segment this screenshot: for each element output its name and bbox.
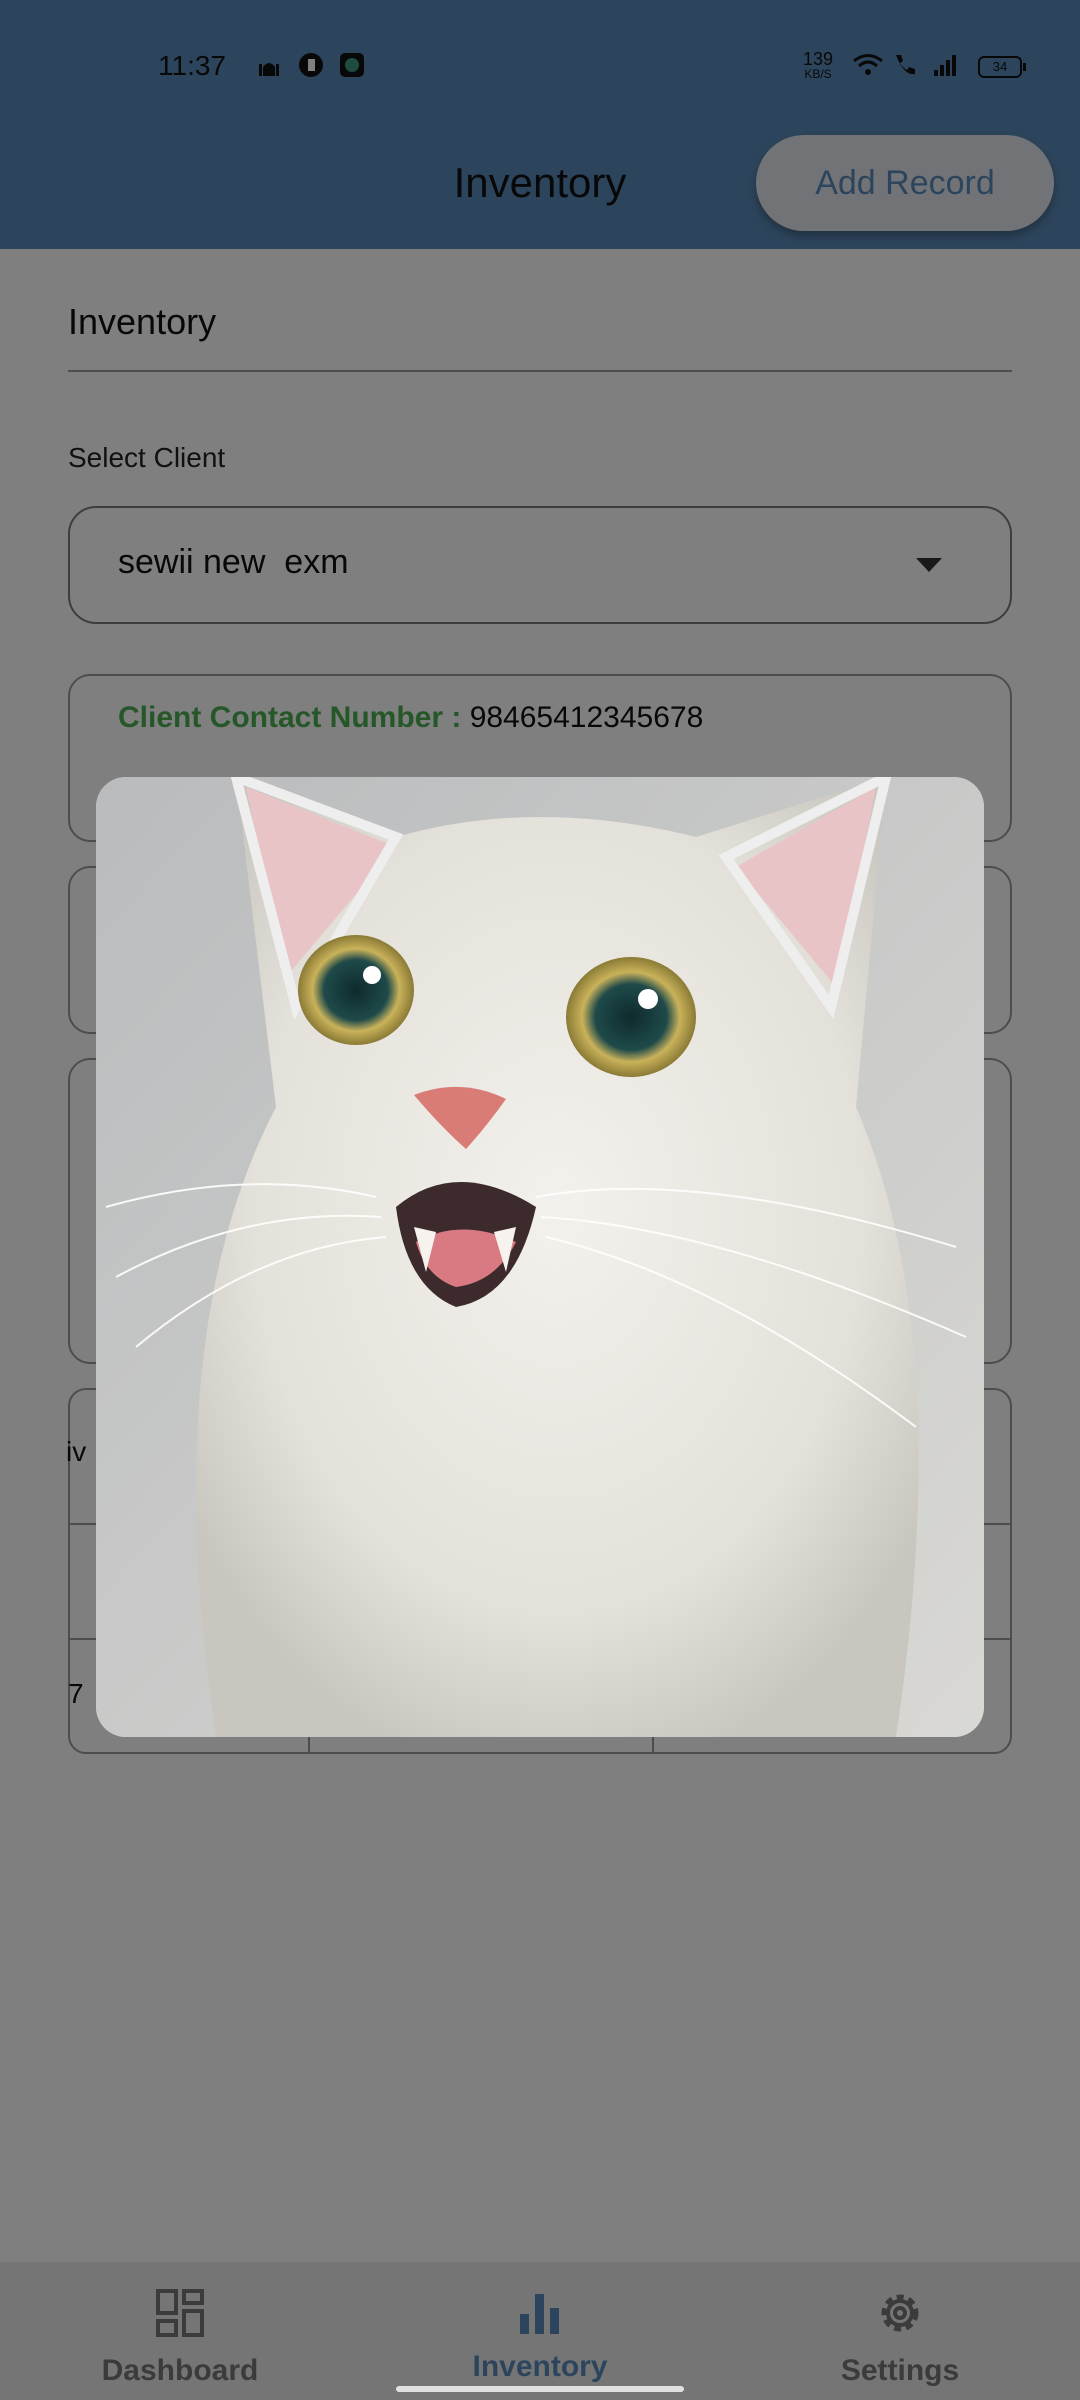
kitten-photo bbox=[96, 777, 984, 1737]
image-dialog[interactable] bbox=[96, 777, 984, 1737]
home-indicator[interactable] bbox=[396, 2386, 684, 2392]
